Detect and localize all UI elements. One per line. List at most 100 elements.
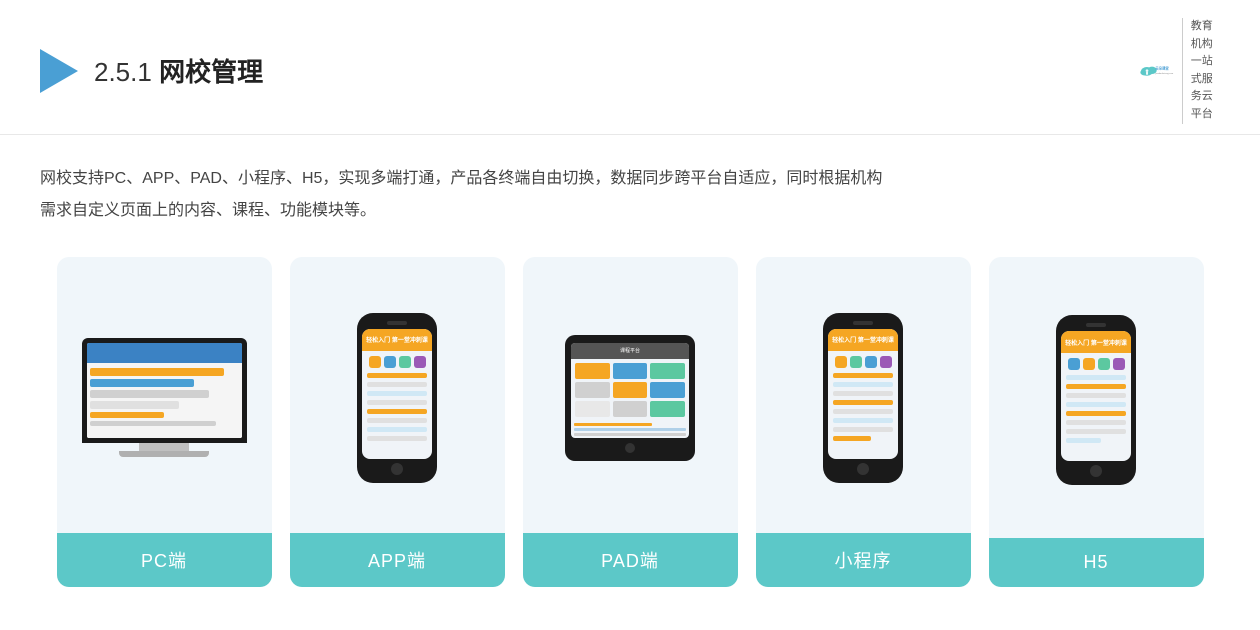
app-bar-1 bbox=[367, 373, 427, 378]
mini-icon-4 bbox=[880, 356, 892, 368]
pad-line-1 bbox=[574, 423, 652, 426]
pc-screen-content bbox=[87, 343, 242, 438]
app-bar-4 bbox=[367, 400, 427, 405]
brand-logo: 云朵课堂 yunduoketang.com 教育机构一站 式服务云平台 bbox=[1137, 18, 1220, 124]
section-number: 2.5.1 bbox=[94, 57, 152, 87]
yunduoketang-logo-icon: 云朵课堂 yunduoketang.com bbox=[1137, 63, 1174, 78]
header-left: 2.5.1 网校管理 bbox=[40, 49, 263, 93]
h5-screen-header: 轻松入门 第一堂冲刺课 bbox=[1061, 331, 1131, 353]
pad-outer: 课程平台 bbox=[565, 335, 695, 461]
pc-bar-5 bbox=[90, 412, 165, 418]
app-icon-2 bbox=[384, 356, 396, 368]
mini-icon-1 bbox=[835, 356, 847, 368]
h5-bar-4 bbox=[1066, 402, 1126, 407]
pc-card: PC端 bbox=[57, 257, 272, 587]
logo-triangle-icon bbox=[40, 49, 78, 93]
pc-image-area bbox=[57, 257, 272, 533]
h5-image-area: 轻松入门 第一堂冲刺课 bbox=[989, 257, 1204, 538]
pad-line-2 bbox=[574, 428, 686, 431]
mini-bar-3 bbox=[833, 391, 893, 396]
miniprogram-screen-header: 轻松入门 第一堂冲刺课 bbox=[828, 329, 898, 351]
description-section: 网校支持PC、APP、PAD、小程序、H5，实现多端打通，产品各终端自由切换，数… bbox=[0, 135, 1260, 237]
pc-device-mockup bbox=[79, 338, 249, 457]
pc-bar-3 bbox=[90, 390, 209, 398]
logo-tagline-line2: 式服务云平台 bbox=[1191, 71, 1220, 124]
description-line1: 网校支持PC、APP、PAD、小程序、H5，实现多端打通，产品各终端自由切换，数… bbox=[40, 163, 1220, 195]
pc-base bbox=[119, 451, 209, 457]
app-device-mockup: 轻松入门 第一堂冲刺课 bbox=[357, 313, 437, 483]
miniprogram-device-mockup: 轻松入门 第一堂冲刺课 bbox=[823, 313, 903, 483]
app-icon-row-1 bbox=[365, 354, 429, 370]
h5-icon-4 bbox=[1113, 358, 1125, 370]
pad-cell-4 bbox=[575, 382, 610, 398]
h5-screen-body bbox=[1061, 353, 1131, 447]
app-bar-5 bbox=[367, 409, 427, 414]
pc-bar-4 bbox=[90, 401, 179, 409]
pad-cell-5 bbox=[613, 382, 648, 398]
miniprogram-phone-outer: 轻松入门 第一堂冲刺课 bbox=[823, 313, 903, 483]
h5-icon-row bbox=[1064, 356, 1128, 372]
pad-screen-header-text: 课程平台 bbox=[620, 347, 640, 354]
description-line2: 需求自定义页面上的内容、课程、功能模块等。 bbox=[40, 195, 1220, 227]
miniprogram-icon-row bbox=[831, 354, 895, 370]
miniprogram-card: 轻松入门 第一堂冲刺课 bbox=[756, 257, 971, 587]
h5-bar-1 bbox=[1066, 375, 1126, 380]
h5-icon-3 bbox=[1098, 358, 1110, 370]
page-title: 2.5.1 网校管理 bbox=[94, 52, 263, 89]
h5-device-mockup: 轻松入门 第一堂冲刺课 bbox=[1056, 315, 1136, 485]
pad-screen-body bbox=[571, 359, 689, 421]
pc-screen-outer bbox=[82, 338, 247, 443]
app-bar-7 bbox=[367, 427, 427, 432]
logo-tagline: 教育机构一站 式服务云平台 bbox=[1182, 18, 1220, 124]
svg-text:云朵课堂: 云朵课堂 bbox=[1155, 66, 1169, 71]
mini-icon-2 bbox=[850, 356, 862, 368]
h5-icon-1 bbox=[1068, 358, 1080, 370]
h5-phone-outer: 轻松入门 第一堂冲刺课 bbox=[1056, 315, 1136, 485]
mini-bar-5 bbox=[833, 409, 893, 414]
app-bar-6 bbox=[367, 418, 427, 423]
app-icon-4 bbox=[414, 356, 426, 368]
pc-bar-1 bbox=[90, 368, 224, 376]
app-phone-screen: 轻松入门 第一堂冲刺课 bbox=[362, 329, 432, 459]
platform-cards: PC端 轻松入门 第一堂冲刺课 bbox=[0, 237, 1260, 607]
pc-bar-6 bbox=[90, 421, 217, 426]
pad-screen: 课程平台 bbox=[571, 343, 689, 438]
miniprogram-screen-body bbox=[828, 351, 898, 445]
mini-bar-4 bbox=[833, 400, 893, 405]
app-phone-outer: 轻松入门 第一堂冲刺课 bbox=[357, 313, 437, 483]
h5-card: 轻松入门 第一堂冲刺课 bbox=[989, 257, 1204, 587]
h5-card-label: H5 bbox=[989, 538, 1204, 587]
miniprogram-screen-header-text: 轻松入门 第一堂冲刺课 bbox=[832, 335, 894, 344]
h5-bar-7 bbox=[1066, 429, 1126, 434]
pad-mini-lines bbox=[571, 421, 689, 438]
app-icon-3 bbox=[399, 356, 411, 368]
pad-cell-6 bbox=[650, 382, 685, 398]
app-image-area: 轻松入门 第一堂冲刺课 bbox=[290, 257, 505, 533]
pc-screen-inner bbox=[87, 343, 242, 438]
pad-card-label: PAD端 bbox=[523, 533, 738, 587]
app-bar-8 bbox=[367, 436, 427, 441]
pc-bar-2 bbox=[90, 379, 194, 387]
pad-image-area: 课程平台 bbox=[523, 257, 738, 533]
h5-phone-screen: 轻松入门 第一堂冲刺课 bbox=[1061, 331, 1131, 461]
pad-cell-8 bbox=[613, 401, 648, 417]
app-screen-body bbox=[362, 351, 432, 445]
mini-bar-7 bbox=[833, 427, 893, 432]
h5-bar-6 bbox=[1066, 420, 1126, 425]
h5-bar-8 bbox=[1066, 438, 1101, 443]
pc-content-bars bbox=[87, 365, 242, 429]
mini-bar-1 bbox=[833, 373, 893, 378]
pad-cell-3 bbox=[650, 363, 685, 379]
svg-text:yunduoketang.com: yunduoketang.com bbox=[1155, 72, 1173, 75]
pad-card: 课程平台 bbox=[523, 257, 738, 587]
pad-line-3 bbox=[574, 433, 686, 436]
page-header: 2.5.1 网校管理 云朵课堂 yunduoketang.com 教育机构一站 … bbox=[0, 0, 1260, 135]
app-screen-header-text: 轻松入门 第一堂冲刺课 bbox=[366, 335, 428, 344]
h5-bar-3 bbox=[1066, 393, 1126, 398]
pc-stand bbox=[139, 443, 189, 451]
app-bar-3 bbox=[367, 391, 427, 396]
mini-bar-2 bbox=[833, 382, 893, 387]
mini-icon-3 bbox=[865, 356, 877, 368]
pad-cell-7 bbox=[575, 401, 610, 417]
pad-device-mockup: 课程平台 bbox=[565, 335, 695, 461]
